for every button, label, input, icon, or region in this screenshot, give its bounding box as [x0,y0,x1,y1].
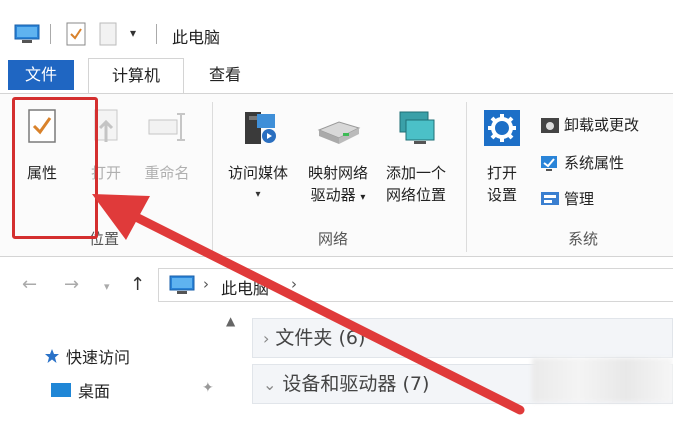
map-drive-label-line1: 映射网络 [307,164,368,182]
tab-view[interactable]: 查看 [200,60,250,90]
computer-icon[interactable] [14,24,40,44]
star-icon [45,349,59,363]
tab-computer[interactable]: 计算机 [88,58,184,94]
separator [156,24,157,44]
recent-dropdown-icon[interactable]: ▾ [104,280,110,293]
rename-icon [148,113,185,141]
chevron-right-icon: › [203,275,209,293]
manage-icon [541,191,559,205]
rename-button[interactable]: 重命名 [138,108,196,184]
pin-icon[interactable]: ✦ [202,380,214,396]
quick-access-dropdown[interactable]: ▾ [130,26,136,40]
open-settings-label-line2: 设置 [486,186,517,204]
devices-label: 设备和驱动器 (7) [282,373,430,395]
group-separator [212,102,213,252]
address-row: ← → ▾ ↑ › 此电脑 › [0,266,673,304]
chevron-right-icon: › [263,329,270,348]
add-location-label-line2: 网络位置 [385,186,446,204]
group-separator [466,102,467,252]
manage-label: 管理 [564,190,595,208]
rename-label: 重命名 [144,164,190,182]
chevron-right-icon: › [291,275,297,293]
separator [50,24,51,44]
open-settings-label-line1: 打开 [486,164,517,182]
back-icon[interactable]: ← [22,274,37,295]
navigation-pane: 快速访问 桌面 ✦ [0,304,222,423]
group-system-label: 系统 [568,230,599,248]
group-network-label: 网络 [318,230,349,248]
access-media-button[interactable]: 访问媒体 ▾ [220,108,296,206]
address-bar[interactable]: › 此电脑 › [158,268,673,302]
access-media-label: 访问媒体 [227,164,288,182]
add-location-label-line1: 添加一个 [385,164,446,182]
network-location-icon [399,111,435,144]
folders-label: 文件夹 (6) [275,327,366,349]
map-drive-label-line2: 驱动器 ▾ [310,186,366,204]
desktop-label: 桌面 [78,382,111,401]
system-properties-label: 系统属性 [564,154,625,172]
tab-file[interactable]: 文件 [8,60,74,90]
blurred-region [532,358,673,402]
gear-icon [484,110,520,146]
desktop-icon [51,383,71,397]
properties-icon[interactable] [66,22,86,46]
highlight-box [12,97,98,239]
uninstall-button[interactable]: 卸载或更改 [540,114,639,135]
chevron-down-icon: ▾ [255,189,261,200]
forward-icon[interactable]: → [64,274,79,295]
title-bar: ▾ 此电脑 [0,0,673,56]
uninstall-label: 卸载或更改 [564,116,640,134]
up-icon[interactable]: ↑ [130,274,145,295]
chevron-down-icon: ⌄ [263,375,277,394]
uninstall-icon [541,117,559,133]
system-properties-button[interactable]: 系统属性 [540,152,624,173]
map-network-drive-button[interactable]: 映射网络 驱动器 ▾ [300,108,376,209]
address-path: 此电脑 [221,279,270,298]
ribbon-tabs: 文件 计算机 查看 [0,58,673,94]
nav-item-desktop[interactable]: 桌面 [50,378,110,402]
network-drive-icon [317,121,361,144]
add-network-location-button[interactable]: 添加一个 网络位置 [378,108,454,206]
quick-access-label: 快速访问 [66,348,131,367]
window-title: 此电脑 [172,28,221,47]
open-settings-button[interactable]: 打开 设置 [476,108,528,206]
new-folder-icon[interactable] [99,22,117,46]
ribbon: 属性 打开 重命名 位置 访问媒体 ▾ 映射网络 驱动器 ▾ 添加一个 网络位置… [0,93,673,257]
group-header-folders[interactable]: › 文件夹 (6) [252,318,673,358]
nav-item-quick-access[interactable]: 快速访问 [44,344,130,368]
manage-button[interactable]: 管理 [540,188,594,209]
scroll-up-icon[interactable]: ▲ [226,314,235,328]
media-icon [245,112,276,144]
computer-icon [169,275,195,294]
system-properties-icon [541,155,557,171]
